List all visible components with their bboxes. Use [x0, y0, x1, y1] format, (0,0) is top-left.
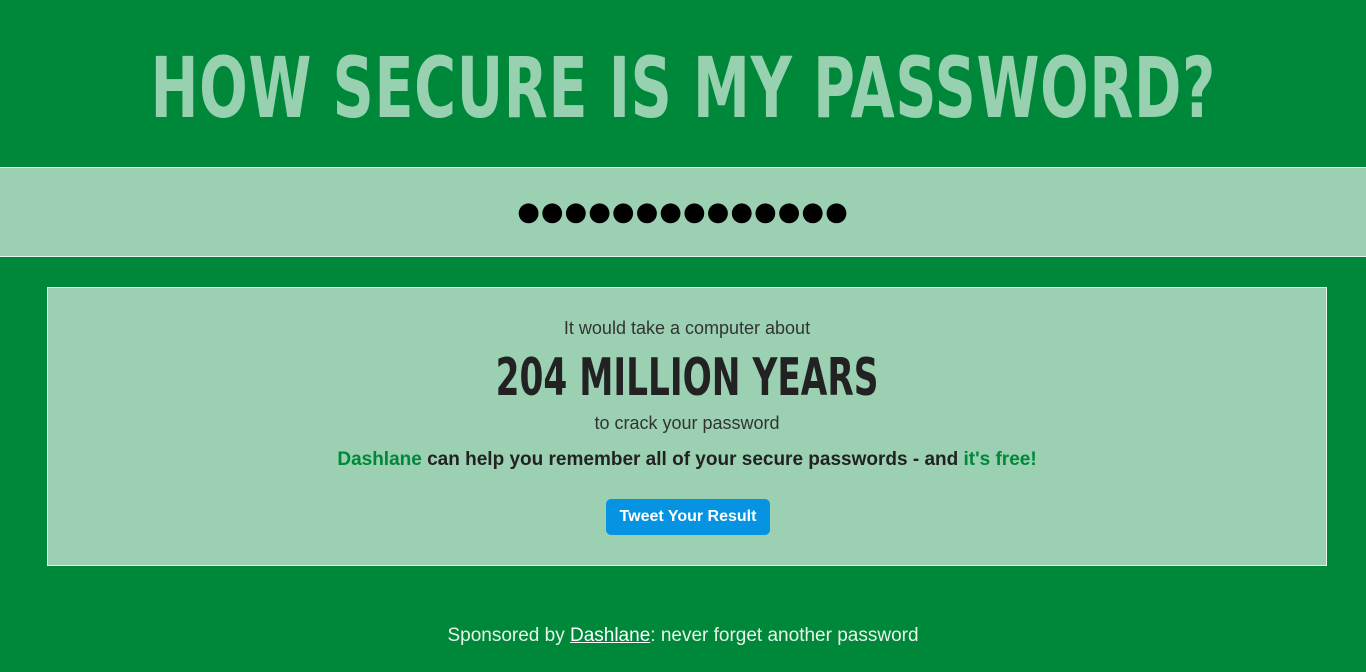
result-panel: It would take a computer about 204 MILLI… — [47, 287, 1327, 566]
result-intro: It would take a computer about — [563, 318, 811, 338]
crack-time-container: 204 MILLION YEARS — [48, 352, 1326, 404]
password-input-band — [0, 167, 1366, 257]
footer: Sponsored by Dashlane: never forget anot… — [0, 625, 1366, 647]
page-title: HOW SECURE IS MY PASSWORD? — [150, 38, 1216, 137]
footer-suffix: : never forget another password — [650, 625, 919, 646]
header: HOW SECURE IS MY PASSWORD? — [0, 0, 1366, 167]
footer-prefix: Sponsored by — [447, 625, 570, 646]
result-outro: to crack your password — [594, 413, 780, 433]
crack-time: 204 MILLION YEARS — [495, 348, 879, 408]
tweet-result-button[interactable]: Tweet Your Result — [606, 499, 770, 535]
page: HOW SECURE IS MY PASSWORD? It would take… — [0, 0, 1366, 672]
password-input[interactable] — [0, 168, 1366, 256]
promo-free-link[interactable]: it's free! — [964, 449, 1037, 470]
promo-text: Dashlane can help you remember all of yo… — [48, 449, 1326, 471]
footer-dashlane-link[interactable]: Dashlane — [570, 625, 650, 646]
promo-middle: can help you remember all of your secure… — [421, 449, 964, 470]
promo-brand-link[interactable]: Dashlane — [337, 449, 421, 470]
